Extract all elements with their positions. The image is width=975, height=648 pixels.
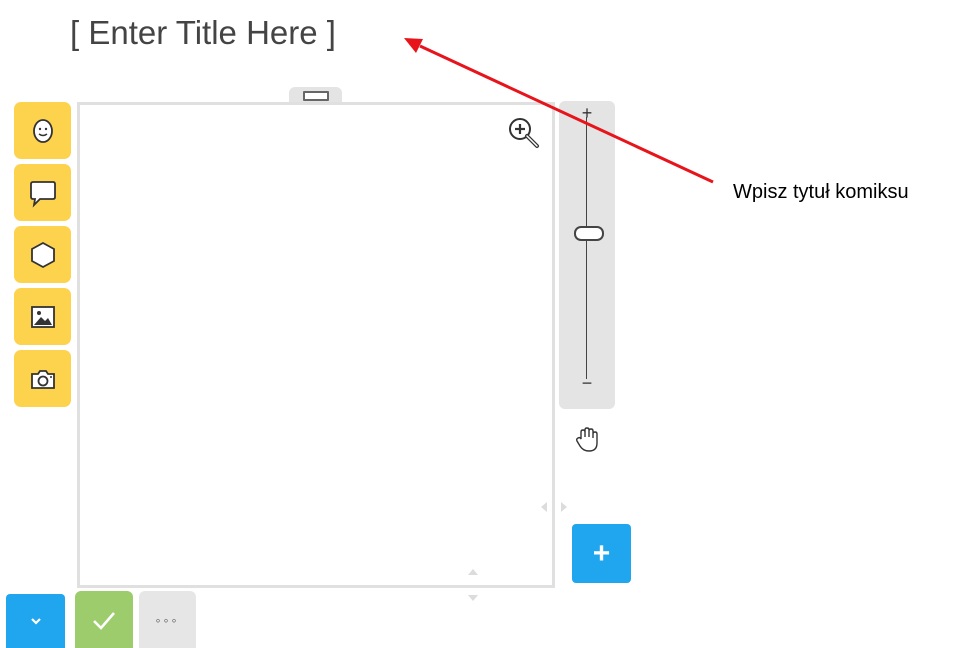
handle-bar xyxy=(302,91,329,101)
comic-title[interactable]: [ Enter Title Here ] xyxy=(70,14,336,52)
chevron-down-icon xyxy=(30,618,41,625)
zoom-minus-label[interactable]: − xyxy=(559,373,615,394)
zoom-slider-track xyxy=(586,117,587,379)
add-image-button[interactable] xyxy=(14,288,71,345)
pan-hand-icon[interactable] xyxy=(573,425,601,455)
zoom-in-icon[interactable] xyxy=(505,115,545,151)
checkmark-icon xyxy=(93,611,115,630)
horizontal-resize-arrows-icon[interactable] xyxy=(533,500,573,514)
comic-panel-canvas[interactable] xyxy=(77,102,555,588)
smiley-face-icon xyxy=(32,118,53,143)
more-options-button[interactable]: ◦◦◦ xyxy=(139,591,196,648)
add-shape-button[interactable] xyxy=(14,226,71,283)
picture-icon xyxy=(30,305,55,328)
add-speech-bubble-button[interactable] xyxy=(14,164,71,221)
zoom-plus-label[interactable]: + xyxy=(559,103,615,124)
camera-button[interactable] xyxy=(14,350,71,407)
hexagon-icon xyxy=(30,241,55,268)
camera-icon xyxy=(30,369,55,389)
zoom-slider[interactable]: + − xyxy=(559,101,615,409)
add-panel-button[interactable]: + xyxy=(572,524,631,583)
vertical-resize-arrows-icon[interactable] xyxy=(463,565,483,605)
speech-bubble-icon xyxy=(29,180,56,208)
add-character-button[interactable] xyxy=(14,102,71,159)
annotation-label: Wpisz tytuł komiksu xyxy=(733,181,909,203)
collapse-button[interactable] xyxy=(6,594,65,648)
confirm-button[interactable] xyxy=(75,591,133,648)
zoom-slider-thumb[interactable] xyxy=(574,226,604,241)
